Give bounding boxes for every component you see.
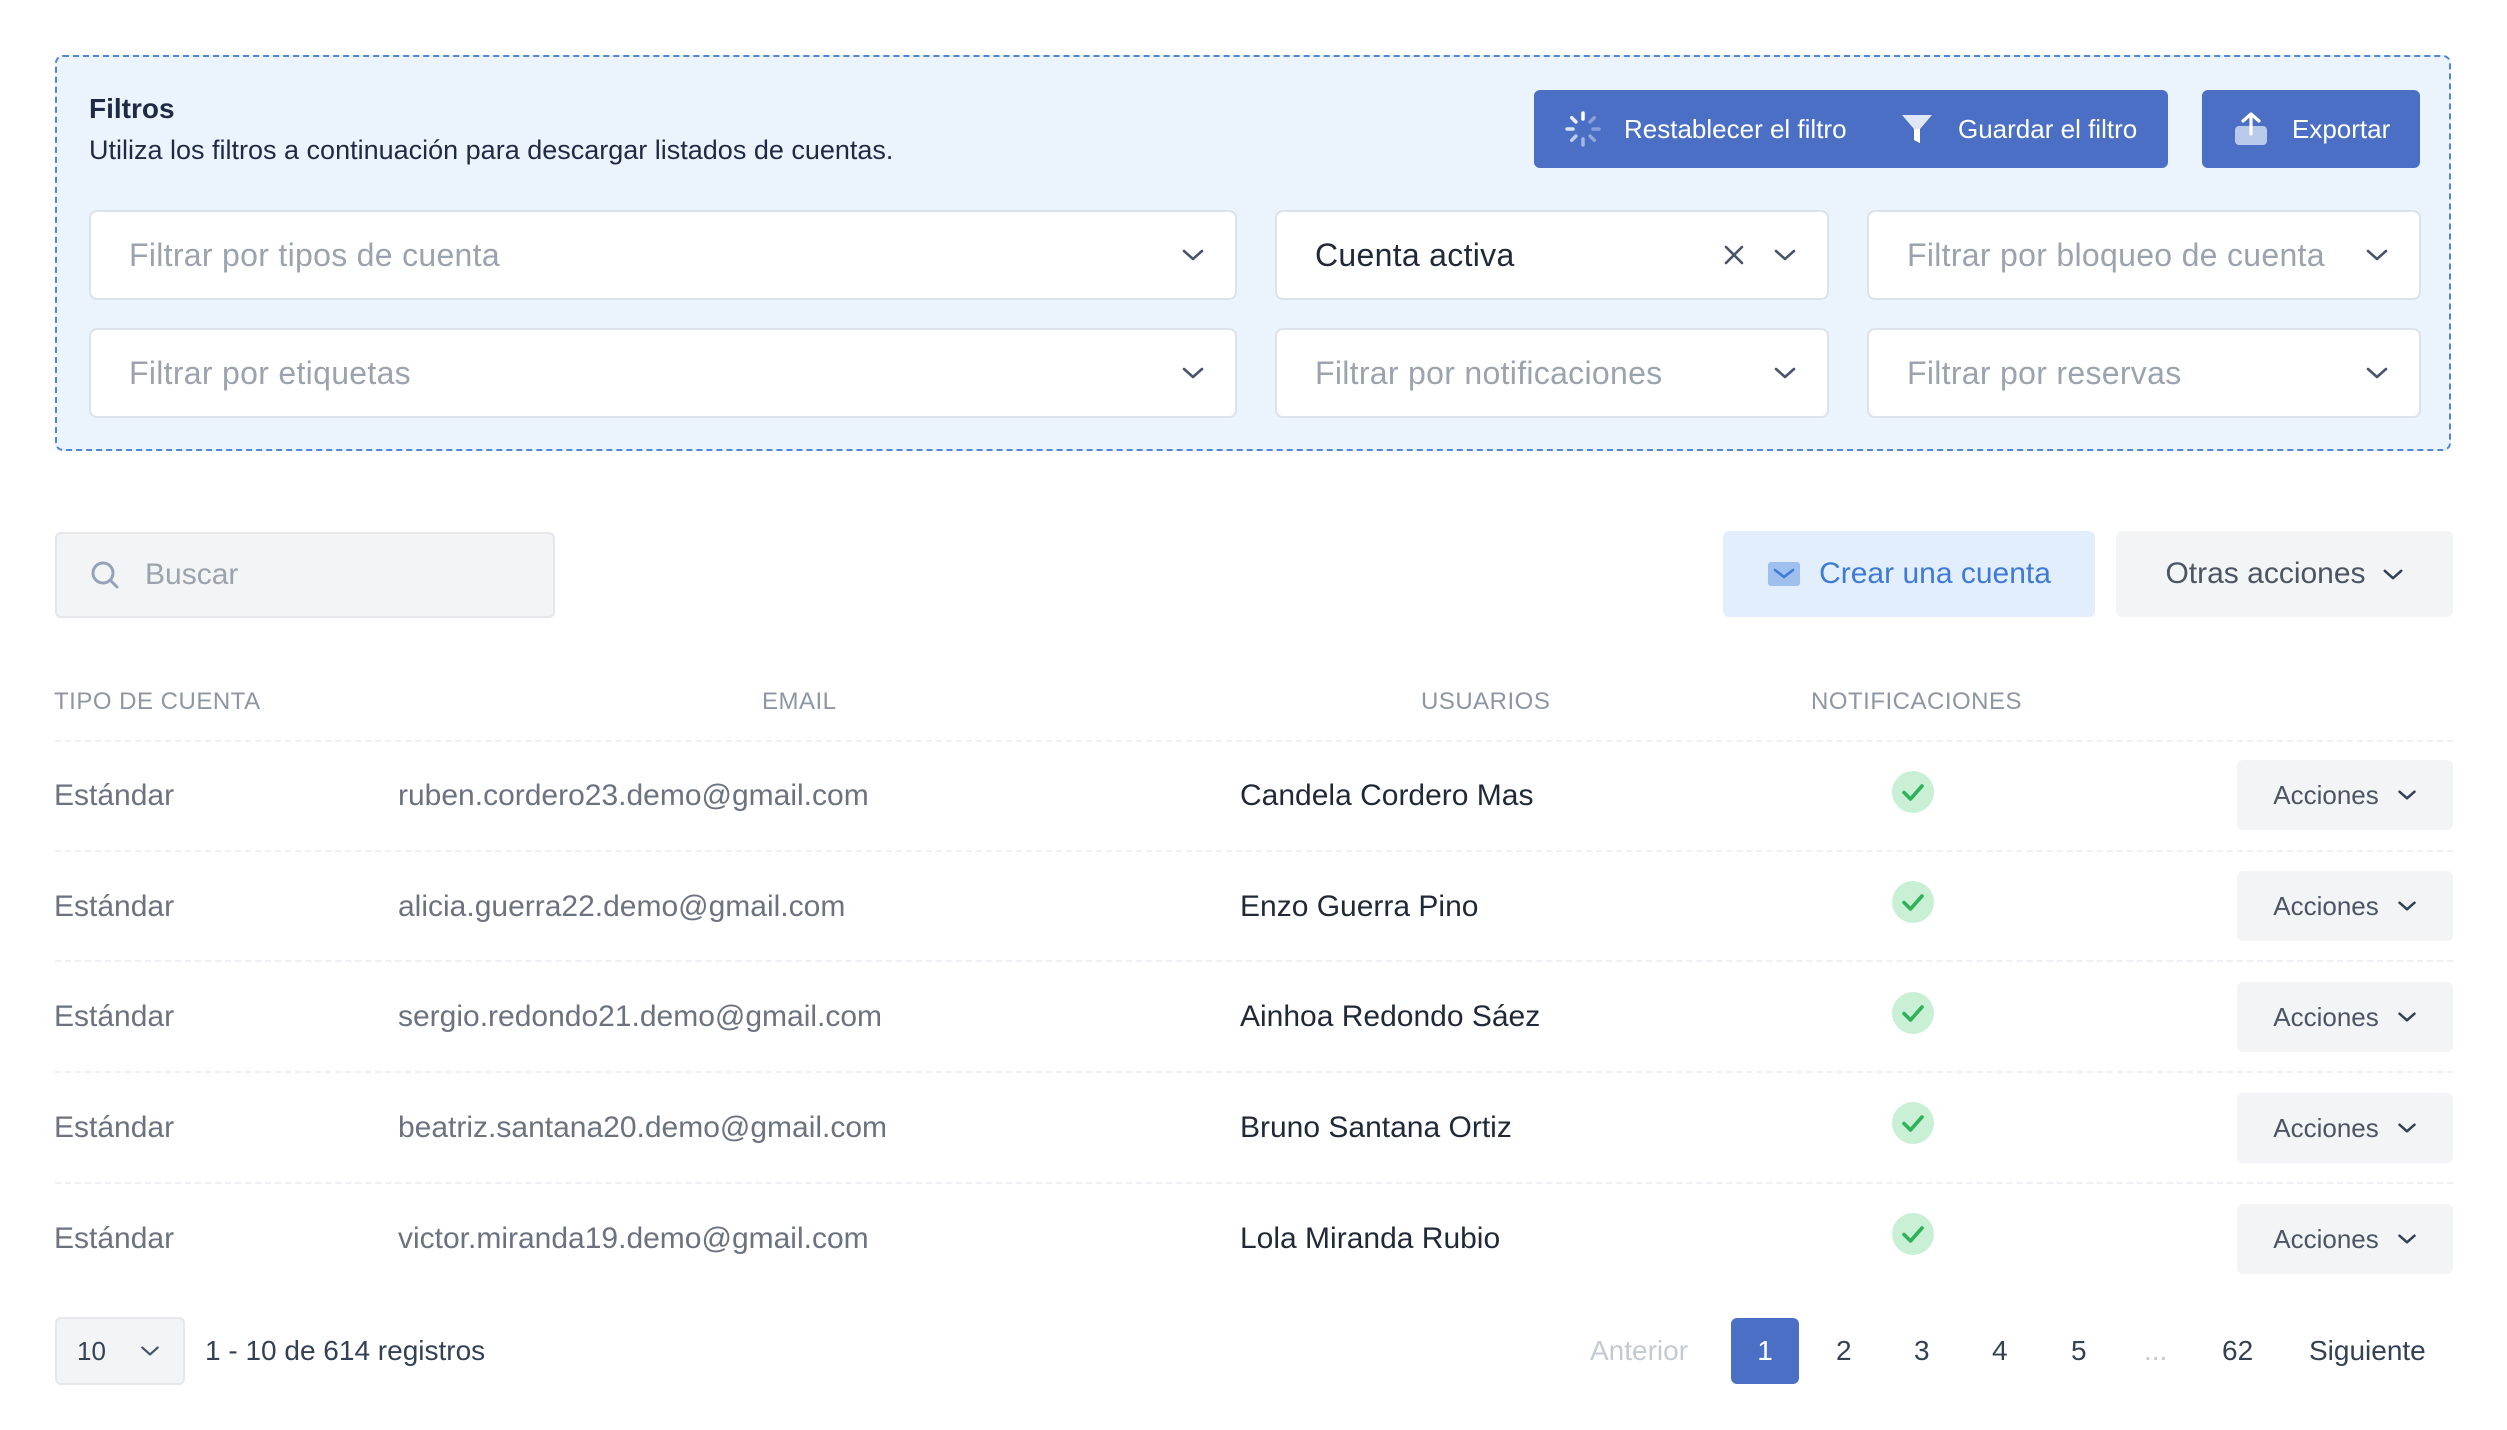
user-cell: Lola Miranda Rubio: [1240, 1222, 1501, 1255]
chevron-down-icon: [2398, 1012, 2416, 1022]
row-actions-button[interactable]: Acciones: [2237, 1093, 2453, 1163]
page-button-last[interactable]: 62: [2222, 1335, 2253, 1367]
create-account-button[interactable]: Crear una cuenta: [1723, 531, 2095, 617]
user-cell: Enzo Guerra Pino: [1240, 890, 1479, 923]
account-type-cell: Estándar: [54, 890, 175, 923]
close-icon[interactable]: [1723, 244, 1745, 266]
account-type-cell: Estándar: [54, 1222, 175, 1255]
search-box[interactable]: [55, 532, 555, 618]
row-actions-label: Acciones: [2273, 890, 2379, 921]
email-cell: sergio.redondo21.demo@gmail.com: [398, 1000, 883, 1033]
records-summary: 1 - 10 de 614 registros: [205, 1335, 486, 1366]
check-circle-icon: [1892, 992, 1934, 1034]
email-cell: alicia.guerra22.demo@gmail.com: [398, 890, 846, 923]
email-cell: victor.miranda19.demo@gmail.com: [398, 1222, 869, 1255]
user-cell: Ainhoa Redondo Sáez: [1240, 1000, 1541, 1033]
next-page-button[interactable]: Siguiente: [2309, 1335, 2426, 1367]
notifications-placeholder: Filtrar por notificaciones: [1315, 354, 1663, 391]
account-type-cell: Estándar: [54, 1111, 175, 1144]
upload-icon: [2235, 112, 2267, 145]
create-account-label: Crear una cuenta: [1819, 557, 2051, 590]
save-filter-label: Guardar el filtro: [1958, 113, 2138, 144]
bookings-placeholder: Filtrar por reservas: [1907, 354, 2182, 391]
check-circle-icon: [1892, 771, 1934, 813]
row-actions-button[interactable]: Acciones: [2237, 871, 2453, 941]
search-icon: [91, 561, 119, 589]
chevron-down-icon: [2398, 1123, 2416, 1133]
chevron-down-icon: [1182, 249, 1204, 261]
bookings-select[interactable]: Filtrar por reservas: [1867, 328, 2421, 418]
tags-placeholder: Filtrar por etiquetas: [129, 354, 411, 391]
row-actions-button[interactable]: Acciones: [2237, 1204, 2453, 1274]
other-actions-button[interactable]: Otras acciones: [2116, 531, 2453, 617]
chevron-down-icon: [2366, 249, 2388, 261]
column-header-email: EMAIL: [762, 688, 837, 715]
check-circle-icon: [1892, 1213, 1934, 1255]
account-status-value: Cuenta activa: [1315, 236, 1515, 273]
user-cell: Candela Cordero Mas: [1240, 779, 1534, 812]
other-actions-label: Otras acciones: [2165, 557, 2366, 590]
notifications-select[interactable]: Filtrar por notificaciones: [1275, 328, 1829, 418]
row-divider: [55, 960, 2453, 962]
account-lock-placeholder: Filtrar por bloqueo de cuenta: [1907, 236, 2325, 273]
row-actions-button[interactable]: Acciones: [2237, 760, 2453, 830]
export-label: Exportar: [2292, 113, 2391, 144]
email-cell: ruben.cordero23.demo@gmail.com: [398, 779, 869, 812]
email-cell: beatriz.santana20.demo@gmail.com: [398, 1111, 888, 1144]
export-button[interactable]: Exportar: [2202, 90, 2420, 168]
account-type-cell: Estándar: [54, 779, 175, 812]
chevron-down-icon: [2398, 790, 2416, 800]
row-actions-label: Acciones: [2273, 779, 2379, 810]
search-input[interactable]: [143, 557, 527, 593]
filters-title: Filtros: [89, 93, 175, 124]
column-header-type: TIPO DE CUENTA: [54, 688, 261, 715]
row-divider: [55, 740, 2453, 742]
column-header-notifications: NOTIFICACIONES: [1811, 688, 2023, 715]
row-actions-label: Acciones: [2273, 1001, 2379, 1032]
chevron-down-icon: [2398, 1234, 2416, 1244]
chevron-down-icon: [141, 1346, 159, 1356]
chevron-down-icon: [2383, 569, 2403, 579]
reset-filter-label: Restablecer el filtro: [1624, 113, 1847, 144]
funnel-icon: [1902, 115, 1932, 143]
account-type-cell: Estándar: [54, 1000, 175, 1033]
reset-filter-button[interactable]: Restablecer el filtro: [1534, 90, 1887, 168]
account-type-placeholder: Filtrar por tipos de cuenta: [129, 236, 500, 273]
chevron-down-icon: [2398, 901, 2416, 911]
user-cell: Bruno Santana Ortiz: [1240, 1111, 1512, 1144]
check-circle-icon: [1892, 881, 1934, 923]
account-lock-select[interactable]: Filtrar por bloqueo de cuenta: [1867, 210, 2421, 300]
page-button[interactable]: 3: [1914, 1335, 1930, 1367]
check-circle-icon: [1892, 1102, 1934, 1144]
chevron-down-icon: [1774, 249, 1796, 261]
chevron-down-icon: [1182, 367, 1204, 379]
previous-page-button[interactable]: Anterior: [1590, 1335, 1688, 1367]
chevron-down-icon: [2366, 367, 2388, 379]
row-divider: [55, 1182, 2453, 1184]
chevron-down-icon: [1774, 367, 1796, 379]
per-page-select[interactable]: 10: [55, 1317, 185, 1385]
tags-select[interactable]: Filtrar por etiquetas: [89, 328, 1237, 418]
row-actions-button[interactable]: Acciones: [2237, 982, 2453, 1052]
page-button-current[interactable]: 1: [1731, 1318, 1799, 1384]
row-actions-label: Acciones: [2273, 1112, 2379, 1143]
row-actions-label: Acciones: [2273, 1223, 2379, 1254]
column-header-users: USUARIOS: [1421, 688, 1551, 715]
row-divider: [55, 850, 2453, 852]
row-divider: [55, 1071, 2453, 1073]
pagination-ellipsis: ...: [2144, 1335, 2168, 1366]
page-button[interactable]: 5: [2071, 1335, 2087, 1367]
account-status-select[interactable]: Cuenta activa: [1275, 210, 1829, 300]
spinner-icon: [1565, 111, 1601, 147]
account-type-select[interactable]: Filtrar por tipos de cuenta: [89, 210, 1237, 300]
page-button[interactable]: 4: [1992, 1335, 2008, 1367]
filters-description: Utiliza los filtros a continuación para …: [89, 135, 894, 165]
page-button[interactable]: 2: [1836, 1335, 1852, 1367]
envelope-icon: [1768, 562, 1801, 586]
filters-panel: Filtros Utiliza los filtros a continuaci…: [55, 55, 2451, 451]
per-page-value: 10: [77, 1335, 106, 1366]
save-filter-button[interactable]: Guardar el filtro: [1868, 90, 2168, 168]
